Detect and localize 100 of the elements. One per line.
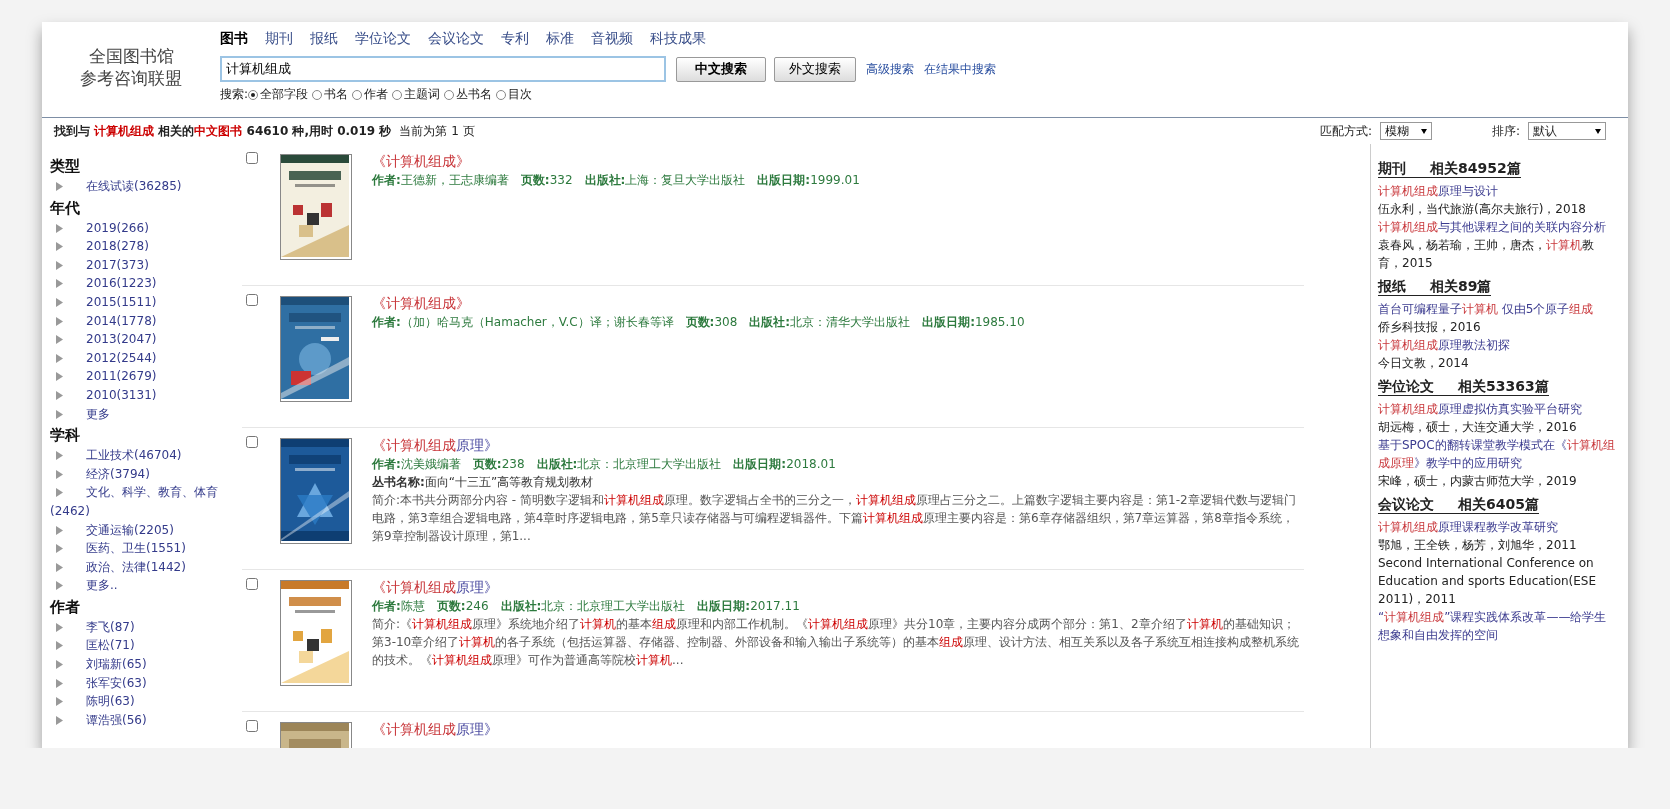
select-checkbox[interactable]: [246, 578, 258, 590]
facet-link[interactable]: 2015(1511): [50, 292, 242, 312]
facet-link[interactable]: 工业技术(46704): [50, 446, 242, 465]
search-link[interactable]: 高级搜索: [866, 60, 914, 78]
category-tab[interactable]: 学位论文: [355, 28, 411, 48]
logo-text: 参考咨询联盟: [80, 66, 182, 89]
facet-link[interactable]: 2018(278): [50, 237, 242, 256]
section-heading[interactable]: 期刊 相关84952篇: [1378, 160, 1521, 178]
article-source: 伍永利，当代旅游(高尔夫旅行)，2018: [1378, 201, 1587, 218]
facet-link[interactable]: 刘瑞新(65): [50, 655, 242, 674]
facet-link[interactable]: 2011(2679): [50, 367, 242, 386]
radio-button[interactable]: [312, 89, 323, 100]
book-title[interactable]: 《计算机组成》: [372, 294, 1304, 313]
radio-button[interactable]: [352, 89, 363, 100]
facet-link[interactable]: 2010(3131): [50, 385, 242, 405]
book-abstract: 简介:本书共分两部分内容 - 简明数字逻辑和计算机组成原理。数字逻辑占全书的三分之一，计算机组成原理占三分之二。上篇数字逻辑主要内容是：第1-2章逻辑代数与逻辑门电路，第3章组合逻辑电路，第4章时序逻辑电路，第5章只读存储器与可编程逻辑器件。下篇计算机组成原理主要内容是：第6章存储器组织，第7章运算器，第8章指令系统，第9章控制器设计原理，第1...: [372, 492, 1297, 545]
article-link[interactable]: 计算机组成原理课程教学改革研究: [1378, 518, 1616, 536]
logo-text: 全国图书馆: [88, 44, 174, 67]
book-details: 作者:沈美娥编著 页数:238 出版社:北京：北京理工大学出版社 出版日期:2018.01: [372, 456, 837, 473]
sort-select[interactable]: 默认: [1528, 122, 1606, 140]
category-tab[interactable]: 期刊: [265, 28, 293, 48]
facet-link[interactable]: 交通运输(2205): [50, 520, 242, 540]
radio-label: 主题词: [404, 86, 441, 103]
result-summary: 找到与 计算机组成 相关的中文图书 64610 种,用时 0.019 秒: [54, 122, 392, 140]
facet-link[interactable]: 在线试读(36285): [50, 177, 242, 196]
select-checkbox[interactable]: [246, 294, 258, 306]
facet-link[interactable]: 2013(2047): [50, 330, 242, 349]
facet-link[interactable]: 文化、科学、教育、体育(2462): [50, 483, 242, 521]
section-count: 相关53363篇: [1458, 378, 1549, 395]
article-link[interactable]: 首台可编程量子计算机 仅由5个原子组成: [1378, 300, 1616, 318]
book-title[interactable]: 《计算机组成》: [372, 152, 1304, 171]
section-heading[interactable]: 学位论文 相关53363篇: [1378, 378, 1549, 396]
radio-label: 丛书名: [456, 86, 493, 103]
search-link[interactable]: 在结果中搜索: [924, 60, 996, 78]
match-select[interactable]: 模糊: [1379, 122, 1432, 140]
category-tab[interactable]: 标准: [546, 28, 574, 48]
facet-link[interactable]: 经济(3794): [50, 464, 242, 484]
facet-link[interactable]: 李飞(87): [50, 617, 242, 637]
select-checkbox[interactable]: [246, 436, 258, 448]
facet-link[interactable]: 匡松(71): [50, 636, 242, 656]
facet-link[interactable]: 更多..: [50, 576, 242, 595]
search-field[interactable]: 计算机组成: [220, 56, 666, 82]
category-tab[interactable]: 报纸: [310, 28, 338, 48]
sort-label: 排序:: [1491, 122, 1520, 140]
category-tab[interactable]: 音视频: [591, 28, 633, 48]
facet-link[interactable]: 2012(2544): [50, 348, 242, 368]
select-checkbox[interactable]: [246, 720, 258, 732]
article-link[interactable]: 计算机组成原理教法初探: [1378, 336, 1616, 354]
book-details: 作者:王德新，王志康编著 页数:332 出版社:上海：复旦大学出版社 出版日期:1999.01: [372, 172, 861, 189]
facet-link[interactable]: 2019(266): [50, 218, 242, 238]
book-title[interactable]: 《计算机组成原理》: [372, 436, 1304, 455]
radio-label: 书名: [324, 86, 349, 103]
select-checkbox[interactable]: [246, 152, 258, 164]
article-source: 胡远梅，硕士，大连交通大学，2016: [1378, 419, 1578, 436]
book-abstract: 简介:《计算机组成原理》系统地介绍了计算机的基本组成原理和内部工作机制。《计算机组成原理》共分10章，主要内容分成两个部分：第1、2章介绍了计算机的基础知识；第3-10章介绍了计算机的各子系统（包括运算器、存储器、控制器、外部设备和输入输出子系统等）的基本组成原理、设计方法、相互关系以及各子系统互相连接构成整机系统的技术。《计算机组成原理》可作为普通高等院校计算机...: [372, 616, 1301, 669]
radio-button[interactable]: [444, 89, 455, 100]
facet-link[interactable]: 陈明(63): [50, 692, 242, 711]
book-title[interactable]: 《计算机组成原理》: [372, 578, 1304, 597]
facet-link[interactable]: 2014(1778): [50, 311, 242, 331]
search-button[interactable]: 中文搜索: [676, 56, 766, 82]
article-link[interactable]: 基于SPOC的翻转课堂教学模式在《计算机组成原理》教学中的应用研究: [1378, 436, 1616, 472]
match-label: 匹配方式:: [1319, 122, 1372, 140]
radio-label: 作者: [364, 86, 389, 103]
book-title[interactable]: 《计算机组成原理》: [372, 720, 1304, 739]
section-title: 会议论文: [1378, 496, 1434, 513]
facet-heading: 学科: [50, 426, 81, 446]
article-link[interactable]: 计算机组成与其他课程之间的关联内容分析: [1378, 218, 1616, 236]
radio-button[interactable]: [392, 89, 403, 100]
section-count: 相关84952篇: [1430, 160, 1521, 177]
facet-link[interactable]: 张军安(63): [50, 673, 242, 693]
radio-label: 全部字段: [260, 86, 309, 103]
section-count: 相关89篇: [1430, 278, 1492, 295]
section-heading[interactable]: 报纸 相关89篇: [1378, 278, 1492, 296]
book-details: 作者:（加）哈马克（Hamacher，V.C）译；谢长春等译 页数:308 出版社:北京：清华大学出版社 出版日期:1985.10: [372, 314, 1026, 331]
facet-link[interactable]: 2016(1223): [50, 274, 242, 293]
book-details: 作者:陈慧 页数:246 出版社:北京：北京理工大学出版社 出版日期:2017.11: [372, 598, 801, 615]
category-tab[interactable]: 专利: [501, 28, 529, 48]
section-heading[interactable]: 会议论文 相关6405篇: [1378, 496, 1539, 514]
radio-button[interactable]: [248, 89, 259, 100]
article-link[interactable]: 计算机组成原理与设计: [1378, 182, 1616, 200]
category-tab[interactable]: 图书: [220, 28, 248, 48]
section-title: 报纸: [1378, 278, 1406, 295]
search-button[interactable]: 外文搜索: [774, 56, 856, 82]
facet-link[interactable]: 医药、卫生(1551): [50, 539, 242, 558]
article-link[interactable]: 计算机组成原理虚拟仿真实验平台研究: [1378, 400, 1616, 418]
book-series: 丛书名称:面向“十三五”高等教育规划教材: [372, 474, 595, 491]
article-source: 袁春风，杨若瑜，王帅，唐杰，计算机教育，2015: [1378, 237, 1595, 272]
article-source: 宋峰，硕士，内蒙古师范大学，2019: [1378, 473, 1578, 490]
article-source: 鄂旭，王全铁，杨芳，刘旭华，2011 Second International Conference on Education and sports Education(ESE 2011)，2011: [1378, 537, 1598, 608]
facet-link[interactable]: 2017(373): [50, 255, 242, 275]
article-source: 侨乡科技报，2016: [1378, 319, 1482, 336]
section-count: 相关6405篇: [1458, 496, 1539, 513]
facet-link[interactable]: 更多: [50, 404, 242, 424]
category-tab[interactable]: 科技成果: [650, 28, 706, 48]
facet-link[interactable]: 政治、法律(1442): [50, 557, 242, 577]
facet-link[interactable]: 谭浩强(56): [50, 710, 242, 730]
article-link[interactable]: “计算机组成”课程实践体系改革——给学生想象和自由发挥的空间: [1378, 608, 1616, 644]
category-tab[interactable]: 会议论文: [428, 28, 484, 48]
radio-button[interactable]: [496, 89, 507, 100]
facet-heading: 年代: [50, 198, 81, 218]
